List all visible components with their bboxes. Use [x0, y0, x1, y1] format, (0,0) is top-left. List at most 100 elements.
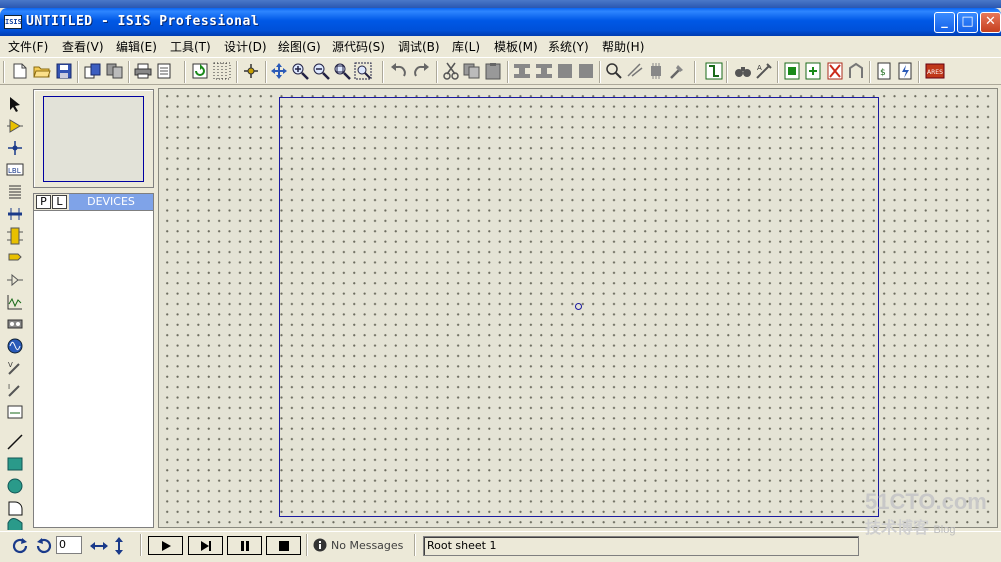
electrical-rules-check-icon[interactable] — [896, 62, 914, 80]
menu-file[interactable]: 文件(F) — [8, 38, 48, 55]
menu-system[interactable]: 系统(Y) — [548, 38, 589, 55]
search-tag-icon[interactable] — [734, 62, 752, 80]
mirror-horizontal-icon[interactable] — [89, 538, 109, 557]
undo-icon[interactable] — [390, 62, 408, 80]
grid-icon[interactable] — [213, 62, 231, 80]
watermark-line3: Blog — [933, 524, 956, 536]
wire-autorouter-icon[interactable] — [705, 62, 723, 80]
toolbar-separator — [694, 61, 696, 83]
packaging-icon[interactable] — [647, 62, 665, 80]
add-sheet-icon[interactable] — [804, 62, 822, 80]
menu-library[interactable]: 库(L) — [452, 38, 480, 55]
copy-icon[interactable] — [463, 62, 481, 80]
menu-view[interactable]: 查看(V) — [62, 38, 104, 55]
origin-icon[interactable] — [242, 62, 260, 80]
menu-graph[interactable]: 绘图(G) — [278, 38, 321, 55]
save-icon[interactable] — [55, 62, 73, 80]
goto-sheet-icon[interactable] — [847, 62, 865, 80]
minimize-button[interactable]: _ — [934, 12, 955, 33]
zoom-out-icon[interactable] — [312, 62, 330, 80]
tape-recorder-icon[interactable] — [5, 314, 25, 334]
overview-window[interactable] — [33, 89, 154, 188]
mirror-vertical-icon[interactable] — [112, 536, 126, 559]
selection-mode-icon[interactable] — [5, 94, 25, 114]
block-rotate-icon[interactable] — [556, 62, 574, 80]
menu-tools[interactable]: 工具(T) — [170, 38, 211, 55]
voltage-probe-icon[interactable]: V — [5, 358, 25, 378]
box-icon[interactable] — [5, 454, 25, 474]
message-status[interactable]: No Messages — [331, 536, 409, 555]
current-probe-icon[interactable]: I — [5, 380, 25, 400]
toolbar-separator — [777, 61, 779, 83]
print-area-icon[interactable] — [155, 62, 173, 80]
cut-icon[interactable] — [442, 62, 460, 80]
make-device-icon[interactable] — [626, 62, 644, 80]
arc-icon[interactable] — [5, 498, 25, 518]
play-button[interactable] — [148, 536, 183, 555]
svg-text:V: V — [8, 361, 13, 369]
menu-design[interactable]: 设计(D) — [224, 38, 267, 55]
isis-app-icon[interactable]: ISIS — [4, 15, 22, 29]
circle-icon[interactable] — [5, 476, 25, 496]
redo-icon[interactable] — [412, 62, 430, 80]
path-icon[interactable] — [5, 516, 25, 530]
menu-help[interactable]: 帮助(H) — [602, 38, 644, 55]
menu-debug[interactable]: 调试(B) — [398, 38, 440, 55]
close-button[interactable]: ✕ — [980, 12, 1001, 33]
device-pins-icon[interactable] — [5, 270, 25, 290]
rotation-angle-input[interactable]: 0 — [56, 536, 82, 554]
toolbar-separator — [184, 61, 186, 83]
new-file-icon[interactable] — [11, 62, 29, 80]
zoom-area-icon[interactable] — [354, 62, 372, 80]
new-sheet-icon[interactable] — [783, 62, 801, 80]
terminals-icon[interactable] — [5, 248, 25, 268]
subcircuit-icon[interactable] — [5, 226, 25, 246]
rotate-ccw-icon[interactable] — [34, 537, 52, 558]
editing-canvas[interactable] — [158, 88, 998, 528]
block-copy-icon[interactable] — [513, 62, 531, 80]
junction-dot-icon[interactable] — [5, 138, 25, 158]
object-selector[interactable]: P L DEVICES — [33, 193, 154, 528]
wire-label-icon[interactable]: LBL — [5, 160, 25, 180]
desktop-strip — [0, 0, 1001, 8]
menu-edit[interactable]: 编辑(E) — [116, 38, 157, 55]
toolbar-separator — [918, 61, 920, 83]
library-manager-button[interactable]: L — [52, 195, 67, 209]
generator-icon[interactable] — [5, 336, 25, 356]
print-icon[interactable] — [134, 62, 152, 80]
pan-icon[interactable] — [270, 62, 288, 80]
component-mode-icon[interactable] — [5, 116, 25, 136]
pick-devices-button[interactable]: P — [36, 195, 51, 209]
status-separator — [414, 534, 416, 556]
refresh-icon[interactable] — [191, 62, 209, 80]
remove-sheet-icon[interactable] — [826, 62, 844, 80]
graph-mode-icon[interactable] — [5, 292, 25, 312]
bus-icon[interactable] — [5, 204, 25, 224]
stop-button[interactable] — [266, 536, 301, 555]
overview-sheet-frame — [43, 96, 144, 182]
open-folder-icon[interactable] — [33, 62, 51, 80]
zoom-in-icon[interactable] — [291, 62, 309, 80]
decompose-icon[interactable] — [668, 62, 686, 80]
virtual-instruments-icon[interactable] — [5, 402, 25, 422]
menu-source[interactable]: 源代码(S) — [332, 38, 385, 55]
maximize-button[interactable]: □ — [957, 12, 978, 33]
title-bar[interactable]: ISIS UNTITLED - ISIS Professional _ □ ✕ — [0, 8, 1001, 36]
line-icon[interactable] — [5, 432, 25, 452]
bill-of-materials-icon[interactable]: $ — [875, 62, 893, 80]
pause-button[interactable] — [227, 536, 262, 555]
block-move-icon[interactable] — [535, 62, 553, 80]
block-delete-icon[interactable] — [577, 62, 595, 80]
zoom-all-icon[interactable] — [333, 62, 351, 80]
export-section-icon[interactable] — [106, 62, 124, 80]
info-icon[interactable] — [313, 538, 327, 555]
step-button[interactable] — [188, 536, 223, 555]
rotate-cw-icon[interactable] — [12, 537, 30, 558]
menu-template[interactable]: 模板(M) — [494, 38, 538, 55]
import-section-icon[interactable] — [84, 62, 102, 80]
ares-icon[interactable]: ARES — [925, 62, 945, 80]
paste-icon[interactable] — [484, 62, 502, 80]
pick-device-icon[interactable] — [605, 62, 623, 80]
text-script-icon[interactable] — [5, 182, 25, 202]
property-assignment-icon[interactable]: A — [755, 62, 773, 80]
